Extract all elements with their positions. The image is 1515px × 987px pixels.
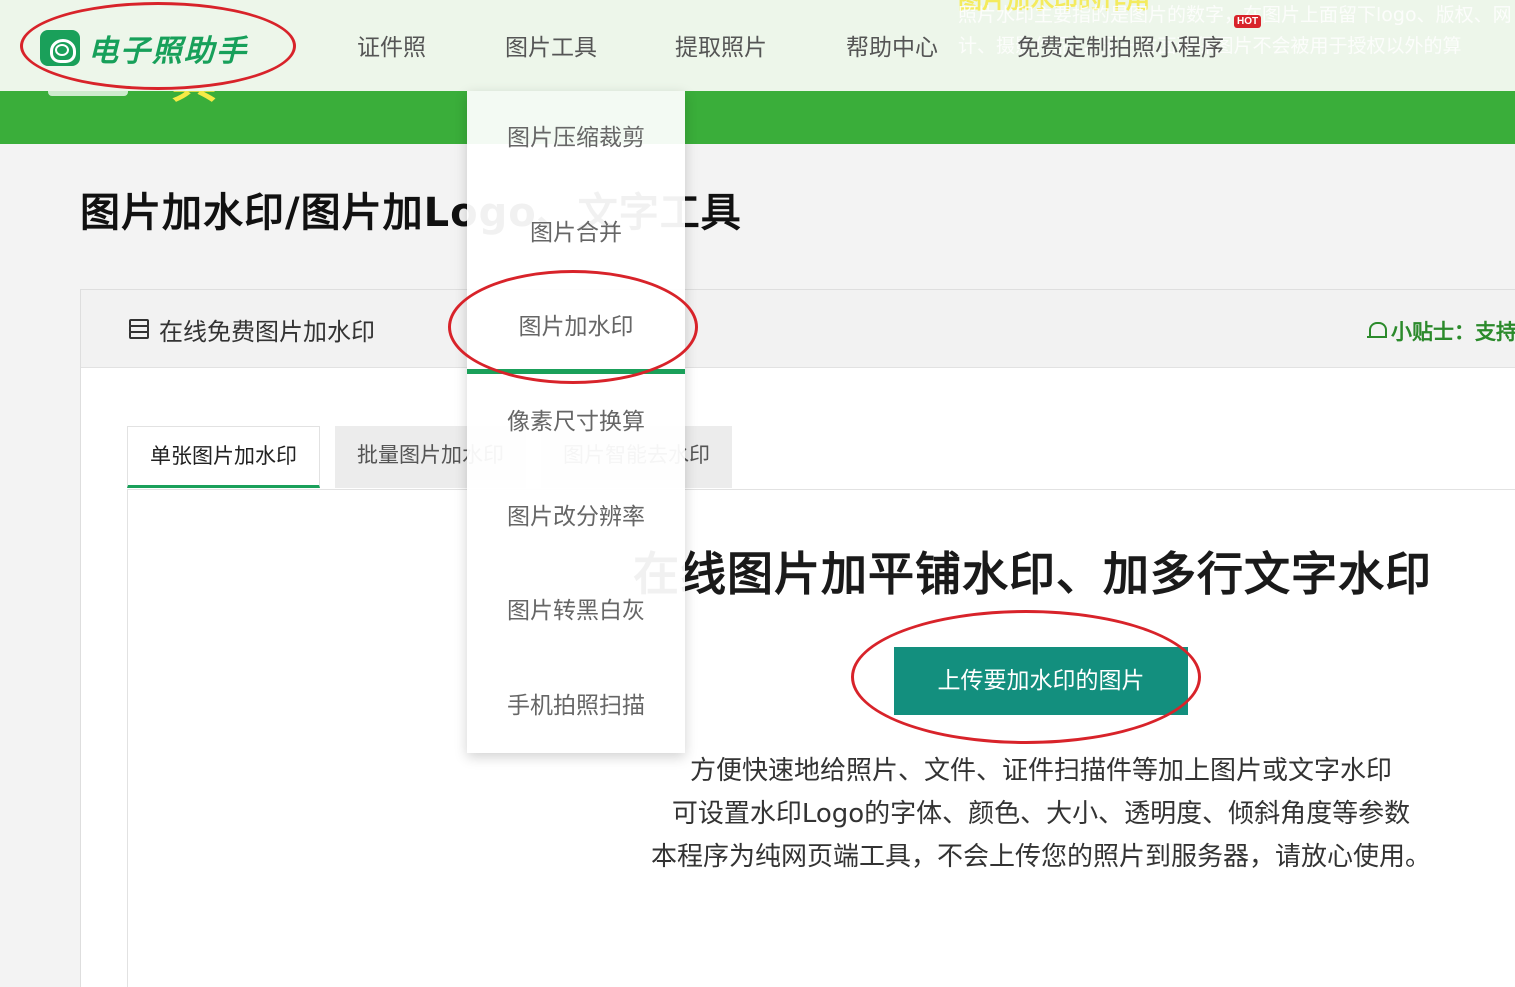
menu-item-grayscale[interactable]: 图片转黑白灰 <box>467 564 685 658</box>
panel-header: 在线免费图片加水印 小贴士：支持 <box>81 290 1515 368</box>
description-line: 方便快速地给照片、文件、证件扫描件等加上图片或文字水印 <box>591 750 1491 793</box>
layers-icon <box>127 319 151 341</box>
header-banner: 水印 具 图片加水印的作用 照片水印主要指的是图片的数字，在图片上面留下logo… <box>0 0 1515 144</box>
tip-text: 小贴士：支持 <box>1367 316 1515 346</box>
tab-bar: 单张图片加水印 批量图片加水印 图片智能去水印 <box>127 426 1515 490</box>
nav-item-extract-photo[interactable]: 提取照片 <box>675 28 767 62</box>
tab-single-watermark[interactable]: 单张图片加水印 <box>127 426 320 488</box>
nav-item-image-tools[interactable]: 图片工具 <box>505 28 597 62</box>
menu-item-merge[interactable]: 图片合并 <box>467 186 685 280</box>
description-line: 本程序为纯网页端工具，不会上传您的照片到服务器，请放心使用。 <box>591 836 1491 879</box>
nav-item-help-center[interactable]: 帮助中心 <box>846 28 938 62</box>
menu-item-resolution[interactable]: 图片改分辨率 <box>467 470 685 564</box>
description-line: 可设置水印Logo的字体、颜色、大小、透明度、倾斜角度等参数 <box>591 793 1491 836</box>
menu-item-pixel-size[interactable]: 像素尺寸换算 <box>467 375 685 469</box>
logo-text: 电子照助手 <box>88 26 248 70</box>
feature-headline: 在线图片加平铺水印、加多行文字水印 <box>633 538 1432 604</box>
image-tools-dropdown: 图片压缩裁剪 图片合并 图片加水印 像素尺寸换算 图片改分辨率 图片转黑白灰 手… <box>467 91 685 753</box>
menu-item-phone-scan[interactable]: 手机拍照扫描 <box>467 659 685 753</box>
panel-heading: 在线免费图片加水印 <box>127 312 375 347</box>
nav-item-mini-program[interactable]: 免费定制拍照小程序 <box>1017 28 1224 62</box>
menu-item-compress-crop[interactable]: 图片压缩裁剪 <box>467 91 685 185</box>
watermark-panel: 在线免费图片加水印 小贴士：支持 单张图片加水印 批量图片加水印 图片智能去水印… <box>80 289 1515 987</box>
nav-item-id-photo[interactable]: 证件照 <box>357 28 426 62</box>
panel-heading-text: 在线免费图片加水印 <box>159 312 375 347</box>
camera-icon <box>40 30 80 66</box>
feature-description: 方便快速地给照片、文件、证件扫描件等加上图片或文字水印 可设置水印Logo的字体… <box>591 750 1491 879</box>
menu-item-watermark[interactable]: 图片加水印 <box>467 280 685 374</box>
upload-image-button[interactable]: 上传要加水印的图片 <box>894 647 1188 715</box>
hot-badge: HOT <box>1234 15 1261 28</box>
site-logo[interactable]: 电子照助手 <box>40 26 248 70</box>
tip-label: 小贴士：支持 <box>1391 316 1515 346</box>
bell-icon <box>1367 321 1385 341</box>
